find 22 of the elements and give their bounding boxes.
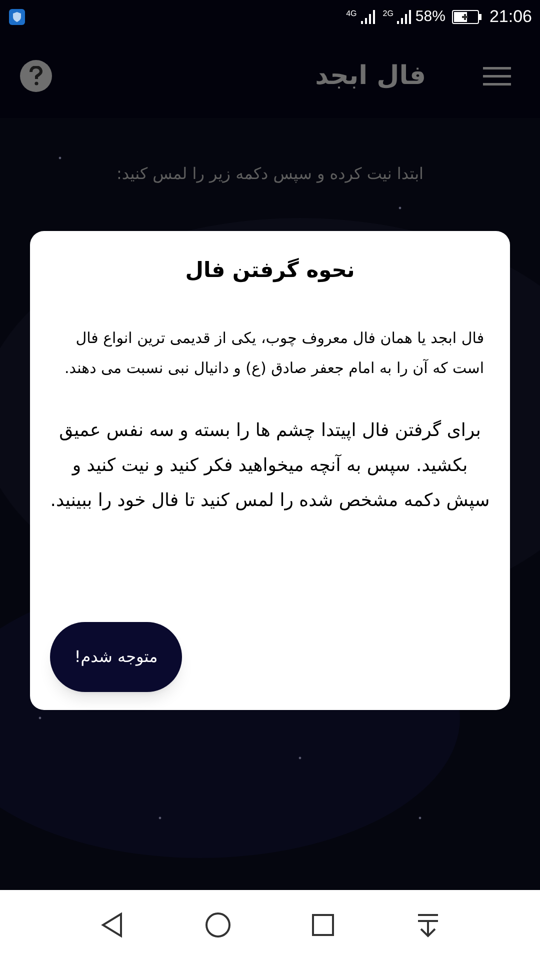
signal-icon: [360, 9, 376, 25]
clock: 21:06: [489, 6, 532, 28]
got-it-button[interactable]: متوجه شدم!: [50, 622, 182, 692]
back-icon[interactable]: [100, 912, 124, 938]
dialog-paragraph: فال ابجد یا همان فال معروف چوب، یکی از قدیمی ترین انواع فال است که آن را به امام جعفر صادق (ع) و دانیال نبی نسبت می دهند.: [64, 328, 485, 379]
network-type: 4G: [346, 8, 357, 20]
battery-percent: 58%: [415, 6, 446, 27]
app-title: فال ابجد: [315, 60, 426, 92]
question-mark-icon: [29, 66, 43, 86]
battery-icon: [452, 9, 482, 25]
home-icon[interactable]: [204, 912, 231, 938]
menu-icon: [482, 65, 512, 87]
dialog-title: نحوه گرفتن فال: [184, 257, 356, 284]
network-type: 2G: [382, 8, 394, 20]
help-button[interactable]: [20, 60, 52, 92]
signal-icon: [396, 9, 412, 25]
menu-button[interactable]: [482, 64, 512, 88]
recents-icon[interactable]: [311, 913, 336, 937]
dialog-paragraph: برای گرفتن فال اپیتدا چشم ها را بسته و سه نفس عمیق بکشید. سپس به آنچه میخواهید فکر کنید و نیت کنید و سپش دکمه مشخص شده را لمس کنید تا فال خود را ببینید.: [50, 418, 490, 512]
notification-pull-icon[interactable]: [416, 912, 440, 938]
shield-icon: [8, 8, 26, 26]
instruction-text: ابتدا نیت کرده و سپس دکمه زیر را لمس کنید:: [116, 163, 424, 185]
